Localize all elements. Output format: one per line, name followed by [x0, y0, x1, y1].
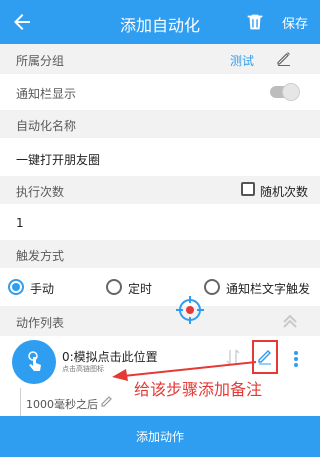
notification-toggle[interactable]: [270, 83, 300, 101]
group-value[interactable]: 测试: [230, 52, 254, 69]
annotation-text: 给该步骤添加备注: [134, 380, 263, 399]
exec-count-input[interactable]: 1: [16, 216, 24, 230]
group-row: 所属分组 测试: [0, 44, 320, 74]
notification-row: 通知栏显示: [0, 76, 320, 106]
name-input[interactable]: 一键打开朋友圈: [16, 151, 100, 168]
notification-label: 通知栏显示: [16, 87, 77, 101]
actions-label-row: 动作列表: [0, 296, 320, 336]
trigger-radio-timed[interactable]: [106, 279, 122, 295]
add-action-bar[interactable]: 添加动作: [0, 416, 320, 457]
page-title: 添加自动化: [119, 16, 200, 35]
random-count-checkbox[interactable]: [241, 182, 255, 196]
more-vert-icon[interactable]: [292, 350, 300, 368]
collapse-chevron-icon[interactable]: [280, 311, 300, 331]
trigger-label-row: 触发方式: [0, 240, 320, 268]
trigger-label: 触发方式: [16, 249, 65, 263]
exec-label: 执行次数: [16, 185, 65, 199]
name-label: 自动化名称: [16, 119, 77, 133]
touch-action-icon[interactable]: [12, 340, 56, 384]
group-label: 所属分组: [16, 54, 65, 68]
edit-pencil-icon[interactable]: [276, 50, 292, 66]
action-item-subtitle: 点击高链图标: [62, 365, 104, 373]
save-button[interactable]: 保存: [282, 13, 308, 32]
name-label-row: 自动化名称: [0, 110, 320, 138]
hand-tap-icon: [28, 351, 41, 371]
trigger-options-row: 手动 定时 通知栏文字触发: [0, 270, 320, 304]
trigger-radio-notification[interactable]: [204, 279, 220, 295]
delay-edit-icon[interactable]: [100, 394, 114, 408]
actions-label: 动作列表: [16, 316, 65, 330]
trigger-option-notification: 通知栏文字触发: [226, 282, 311, 296]
toggle-knob: [282, 83, 300, 101]
delay-text[interactable]: 1000毫秒之后: [26, 396, 98, 412]
edit-note-icon[interactable]: [256, 347, 274, 365]
top-app-bar: 添加自动化 保存: [0, 0, 320, 44]
trigger-option-timed: 定时: [128, 282, 153, 296]
add-action-button[interactable]: 添加动作: [0, 428, 320, 445]
exec-row: 执行次数 随机次数: [0, 176, 320, 204]
timeline-line: [20, 388, 21, 416]
random-count-label: 随机次数: [260, 185, 309, 199]
crosshair-icon[interactable]: [176, 296, 204, 324]
exec-input-row: 1: [0, 206, 320, 238]
trigger-radio-manual[interactable]: [8, 279, 24, 295]
trash-icon[interactable]: [244, 11, 266, 33]
name-input-row: 一键打开朋友圈: [0, 140, 320, 174]
trigger-option-manual: 手动: [30, 282, 55, 296]
